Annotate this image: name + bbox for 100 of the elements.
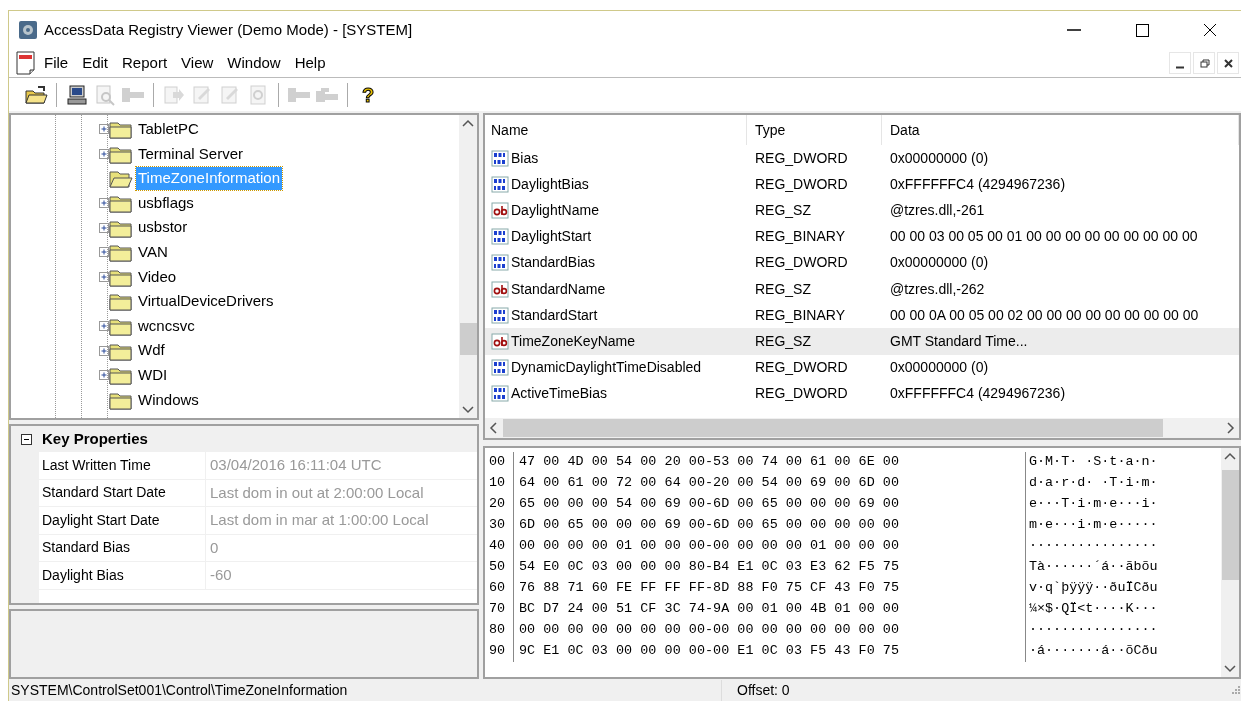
menu-item[interactable]: View <box>174 49 221 77</box>
scroll-down-icon[interactable] <box>462 406 474 414</box>
tree-item[interactable]: TabletPC <box>136 118 201 141</box>
column-header[interactable]: Name <box>485 115 747 145</box>
folder-icon <box>109 291 133 312</box>
hex-offset: 70 <box>489 600 507 619</box>
tree-item[interactable]: Video <box>136 265 179 289</box>
close-button[interactable] <box>1217 52 1239 74</box>
hex-ascii: e···T·i·m·e···i· <box>1025 494 1158 515</box>
column-header[interactable]: Data <box>882 115 1239 145</box>
hex-ascii: ¼×$·QÏ<t····K··· <box>1025 599 1158 620</box>
string-value-icon <box>491 280 509 298</box>
expand-icon[interactable] <box>99 271 109 282</box>
minimize-button[interactable] <box>1169 52 1191 74</box>
value-data: 0xFFFFFFC4 (4294967236) <box>889 174 1067 194</box>
value-name: StandardBias <box>511 253 596 273</box>
value-row[interactable]: DaylightName REG_SZ @tzres.dll,-261 <box>485 197 1239 224</box>
property-name: Last Written Time <box>39 452 206 480</box>
hex-offset: 10 <box>489 474 507 493</box>
column-header[interactable]: Type <box>747 115 882 145</box>
scroll-thumb[interactable] <box>503 419 1163 437</box>
tree-item[interactable]: wcncsvc <box>136 314 197 338</box>
expand-icon[interactable] <box>99 321 109 332</box>
hex-bytes: 64 00 61 00 72 00 64 00-20 00 54 00 69 00 6D 00 <box>513 473 1025 494</box>
folder-icon <box>109 365 133 386</box>
tree-item[interactable]: Wdf <box>136 339 167 362</box>
expand-icon[interactable] <box>99 148 109 159</box>
tree-item[interactable]: VAN <box>136 241 170 264</box>
menu-item[interactable]: Help <box>287 49 333 77</box>
value-row[interactable]: StandardBias REG_DWORD 0x00000000 (0) <box>485 249 1239 276</box>
expand-icon[interactable] <box>99 124 109 135</box>
tree-item[interactable]: usbstor <box>136 216 190 239</box>
value-row[interactable]: Bias REG_DWORD 0x00000000 (0) <box>485 145 1239 172</box>
scroll-thumb[interactable] <box>459 323 477 355</box>
hex-bytes: 54 E0 0C 03 00 00 00 80-B4 E1 0C 03 E3 62 F5 75 <box>513 557 1025 578</box>
hex-bytes: BC D7 24 00 51 CF 3C 74-9A 00 01 00 4B 01 00 00 <box>513 599 1025 620</box>
key-icon <box>288 87 310 102</box>
value-row[interactable]: ActiveTimeBias REG_DWORD 0xFFFFFFC4 (4294967236) <box>485 380 1239 407</box>
value-type: REG_SZ <box>754 279 812 299</box>
tree-item[interactable]: Windows <box>136 388 201 412</box>
scroll-right-icon[interactable] <box>1227 422 1235 434</box>
string-value-icon <box>491 332 509 350</box>
hex-ascii: G·M·T· ·S·t·a·n· <box>1025 452 1158 473</box>
folder-icon <box>109 242 133 263</box>
property-name: Daylight Start Date <box>39 507 206 535</box>
value-row[interactable]: DaylightBias REG_DWORD 0xFFFFFFC4 (4294967236) <box>485 171 1239 198</box>
value-type: REG_BINARY <box>754 305 846 325</box>
scroll-thumb[interactable] <box>1221 470 1239 580</box>
scrollbar[interactable] <box>485 418 1239 438</box>
scroll-left-icon[interactable] <box>489 422 497 434</box>
menu-item[interactable]: Report <box>115 49 175 77</box>
value-data: 0x00000000 (0) <box>889 253 990 273</box>
collapse-icon[interactable] <box>21 433 32 445</box>
minimize-icon <box>1067 29 1081 31</box>
binary-value-icon <box>491 385 509 403</box>
scrollbar[interactable] <box>1221 448 1239 677</box>
value-name: TimeZoneKeyName <box>511 331 635 351</box>
tree-item[interactable]: VirtualDeviceDrivers <box>136 290 276 313</box>
scrollbar[interactable] <box>459 115 477 418</box>
scroll-up-icon[interactable] <box>462 119 474 127</box>
hex-bytes: 00 00 00 00 00 00 00 00-00 00 00 00 00 00 00 00 <box>513 620 1025 641</box>
hex-ascii: m·e···i·m·e····· <box>1025 515 1158 536</box>
expand-icon[interactable] <box>99 198 109 209</box>
hex-ascii: d·a·r·d· ·T·i·m· <box>1025 473 1158 494</box>
hex-offset: 90 <box>489 642 507 661</box>
property-value: Last dom in mar at 1:00:00 Local <box>206 507 477 535</box>
expand-icon[interactable] <box>99 247 109 258</box>
scroll-up-icon[interactable] <box>1224 452 1236 460</box>
value-data: 00 00 03 00 05 00 01 00 00 00 00 00 00 00 00 00 <box>889 227 1199 247</box>
scroll-down-icon[interactable] <box>1224 665 1236 673</box>
menu-item[interactable]: File <box>37 49 76 77</box>
hex-offset: 00 <box>489 453 507 472</box>
menu-item[interactable]: Edit <box>75 49 116 77</box>
binary-value-icon <box>491 306 509 324</box>
value-row[interactable]: TimeZoneKeyName REG_SZ GMT Standard Time... <box>485 328 1239 355</box>
binary-value-icon <box>491 228 509 246</box>
expand-icon[interactable] <box>99 222 109 233</box>
value-row[interactable]: DynamicDaylightTimeDisabled REG_DWORD 0x00000000 (0) <box>485 354 1239 381</box>
menu-item[interactable]: Window <box>220 49 288 77</box>
tree-item[interactable]: Terminal Server <box>136 142 246 166</box>
binary-value-icon <box>491 254 509 272</box>
value-row[interactable]: StandardStart REG_BINARY 00 00 0A 00 05 00 02 00 00 00 00 00 00 00 00 00 <box>485 302 1239 329</box>
hex-ascii: v·q`þÿÿÿ··ðuÏCðu <box>1025 578 1158 599</box>
document-icon <box>15 51 37 75</box>
expand-icon[interactable] <box>99 370 109 381</box>
key-icon <box>122 87 144 102</box>
tree-item[interactable]: usbflags <box>136 191 196 215</box>
value-type: REG_BINARY <box>754 227 846 247</box>
value-type: REG_DWORD <box>754 253 849 273</box>
value-row[interactable]: StandardName REG_SZ @tzres.dll,-262 <box>485 275 1239 303</box>
folder-icon <box>109 193 133 214</box>
hex-bytes: 47 00 4D 00 54 00 20 00-53 00 74 00 61 00 6E 00 <box>513 452 1025 473</box>
tree-item[interactable]: WDI <box>136 364 170 387</box>
section-title: Key Properties <box>42 428 148 449</box>
restore-button[interactable] <box>1193 52 1215 74</box>
hex-bytes: 00 00 00 00 01 00 00 00-00 00 00 00 01 00 00 00 <box>513 536 1025 557</box>
expand-icon[interactable] <box>99 345 109 356</box>
value-data: 00 00 0A 00 05 00 02 00 00 00 00 00 00 00 00 00 <box>889 305 1200 325</box>
value-row[interactable]: DaylightStart REG_BINARY 00 00 03 00 05 00 01 00 00 00 00 00 00 00 00 00 <box>485 223 1239 250</box>
hex-offset: 20 <box>489 495 507 514</box>
